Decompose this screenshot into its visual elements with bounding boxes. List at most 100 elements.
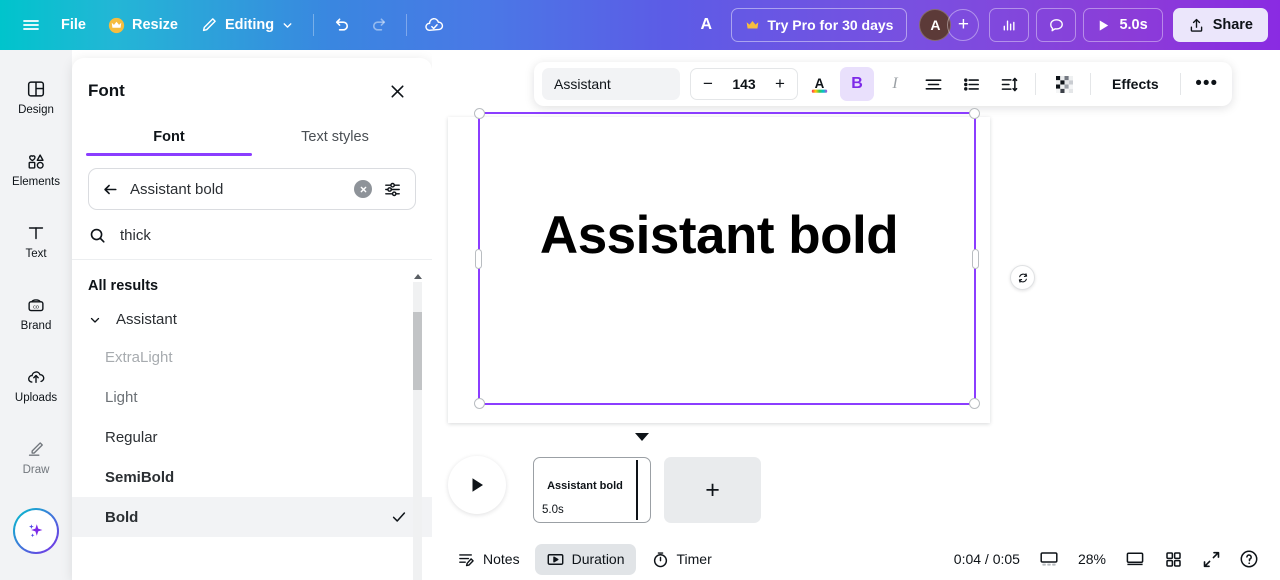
crown-icon [747,20,759,28]
file-label: File [61,17,86,33]
help-button[interactable] [1232,544,1266,575]
text-color-icon: A [811,75,827,93]
line-spacing-button[interactable] [992,67,1026,101]
time-display: 0:04 / 0:05 [953,551,1020,567]
share-button[interactable]: Share [1172,8,1268,42]
brand-icon: co [28,299,44,311]
font-size-stepper: − 143 + [690,68,798,100]
font-size-decrease-button[interactable]: − [695,70,721,98]
notes-button[interactable]: Notes [446,544,531,575]
undo-button[interactable] [322,8,360,42]
font-weight-label: Light [105,388,138,406]
font-weight-bold[interactable]: Bold [72,497,432,537]
font-size-input[interactable]: 143 [723,76,765,92]
insights-button[interactable] [989,8,1030,42]
font-search-input[interactable]: Assistant bold [130,181,344,198]
font-weight-extralight[interactable]: ExtraLight [72,337,432,377]
add-collaborator-button[interactable]: + [947,9,980,41]
transparency-button[interactable] [1047,67,1081,101]
tab-font[interactable]: Font [86,120,252,156]
tab-text-styles-label: Text styles [301,129,369,145]
font-name-button[interactable]: Assistant [542,68,680,100]
font-search-box[interactable]: Assistant bold [88,168,416,210]
cloud-save-status-button[interactable] [415,8,453,42]
font-weight-semibold[interactable]: SemiBold [72,457,432,497]
uploads-icon [28,371,45,383]
add-page-button[interactable]: + [664,457,761,523]
magic-studio-button[interactable] [13,508,59,554]
redo-icon [372,17,385,31]
sidebar-item-label: Elements [12,175,60,188]
brand-glyph-label: A [700,16,713,33]
close-panel-button[interactable] [384,78,410,104]
scrollbar-thumb[interactable] [413,312,422,390]
duration-label: Duration [571,551,625,567]
slide-thumbnail-1[interactable]: Assistant bold 5.0s [533,457,651,523]
text-align-button[interactable] [916,67,950,101]
tab-text-styles[interactable]: Text styles [252,120,418,156]
font-weight-light[interactable]: Light [72,377,432,417]
font-family-row-assistant[interactable]: Assistant [72,302,432,337]
secondary-search-text: thick [120,227,151,244]
search-icon [90,228,105,243]
page-view-button[interactable] [1032,544,1066,575]
back-arrow-icon[interactable] [101,180,120,199]
fullscreen-button[interactable] [1194,544,1228,575]
decrease-label: − [703,74,713,93]
duration-button[interactable]: Duration [534,543,636,575]
text-color-button[interactable]: A [802,67,836,101]
rotate-handle[interactable] [1010,265,1035,290]
toolbar-divider-2 [406,14,408,36]
sidebar-item-brand[interactable]: co Brand [5,282,67,344]
slide-playhead[interactable] [636,460,638,520]
file-menu-button[interactable]: File [50,8,97,42]
scroll-up-button[interactable] [413,270,422,282]
timer-button[interactable]: Timer [640,544,723,575]
grid-view-button[interactable] [1156,544,1190,575]
sidebar-item-label: Brand [20,319,52,332]
zoom-level[interactable]: 28% [1078,551,1106,567]
italic-button[interactable]: I [878,67,912,101]
effects-button[interactable]: Effects [1100,68,1171,100]
filter-sliders-icon[interactable] [382,179,403,200]
svg-text:co: co [33,304,39,310]
share-label: Share [1212,17,1253,33]
font-weight-regular[interactable]: Regular [72,417,432,457]
present-button[interactable]: 5.0s [1083,8,1163,42]
secondary-search-row[interactable]: thick [72,210,432,260]
font-size-increase-button[interactable]: + [767,70,793,98]
brand-glyph-button[interactable]: A [687,8,725,42]
fit-page-button[interactable] [1118,544,1152,575]
font-list-scrollbar[interactable] [411,270,424,580]
hamburger-menu-button[interactable] [12,8,50,42]
font-weight-label: Bold [105,508,139,526]
sidebar-item-draw[interactable]: Draw [5,426,67,488]
try-pro-button[interactable]: Try Pro for 30 days [731,8,908,42]
resize-button[interactable]: Resize [97,8,189,42]
results-header: All results [88,278,159,294]
design-icon [27,81,45,97]
sidebar-item-design[interactable]: Design [5,66,67,128]
editing-mode-button[interactable]: Editing [189,8,305,42]
collapse-caret-icon[interactable] [635,433,649,441]
sidebar-item-text[interactable]: Text [5,210,67,272]
timeline-play-button[interactable] [448,456,506,514]
fit-page-icon [1126,552,1144,566]
comments-button[interactable] [1036,8,1077,42]
redo-button[interactable] [360,8,398,42]
text-format-toolbar: Assistant − 143 + A B I Effects ••• [534,62,1232,106]
canvas-text-element[interactable]: Assistant bold [448,205,990,266]
text-icon [28,226,44,239]
sidebar-item-label: Uploads [14,391,58,404]
bold-button[interactable]: B [840,67,874,101]
elements-icon [28,154,44,169]
format-divider-3 [1179,73,1181,95]
more-options-button[interactable]: ••• [1190,67,1224,101]
sidebar-item-uploads[interactable]: Uploads [5,354,67,416]
share-upload-icon [1190,18,1202,32]
bullet-list-button[interactable] [954,67,988,101]
clear-search-button[interactable] [354,180,372,198]
sidebar-item-elements[interactable]: Elements [5,138,67,200]
tab-font-label: Font [153,129,185,145]
design-canvas[interactable]: Assistant bold [448,117,990,423]
